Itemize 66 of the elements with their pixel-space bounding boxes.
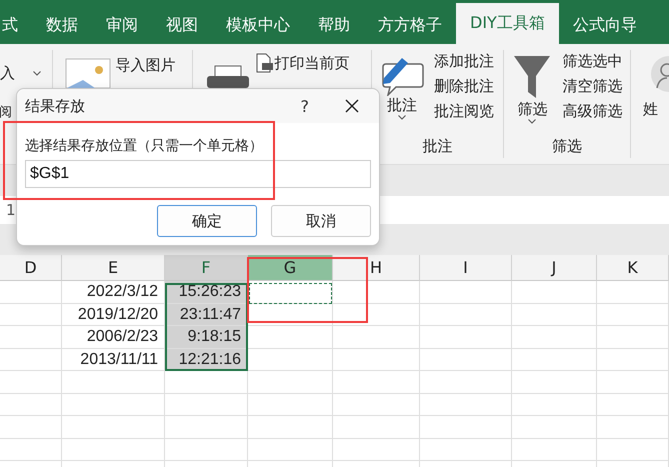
table-cell (597, 438, 669, 461)
table-cell (0, 394, 62, 416)
ribbon-tab[interactable]: 视图 (152, 9, 212, 41)
table-cell (597, 304, 669, 326)
table-cell (597, 326, 669, 348)
table-cell (597, 416, 669, 438)
ribbon-item[interactable]: 高级筛选 (562, 102, 622, 121)
table-cell: 2022/3/12 (62, 281, 165, 304)
ribbon-label[interactable]: 姓 (643, 100, 669, 119)
table-cell (597, 371, 669, 394)
ribbon-item[interactable]: 筛选选中 (562, 52, 622, 71)
table-cell (0, 348, 62, 371)
table-cell (597, 281, 669, 304)
column-header[interactable]: G (248, 255, 333, 281)
funnel-icon (512, 54, 552, 100)
field-label: 选择结果存放位置（只需一个单元格） (25, 137, 264, 155)
caret-icon (33, 71, 41, 76)
dialog-button[interactable]: 取消 (271, 205, 371, 237)
ribbon-tab[interactable]: 式 (0, 9, 32, 41)
ribbon-button[interactable]: 筛选 (517, 100, 548, 119)
column-header[interactable]: E (62, 255, 165, 281)
document-print-icon (254, 53, 273, 73)
caret-icon (398, 115, 406, 120)
column-header[interactable]: K (597, 255, 669, 281)
table-cell (0, 281, 62, 304)
table-cell (0, 416, 62, 438)
name-box-text: 1 (6, 201, 16, 219)
table-cell (597, 348, 669, 371)
ribbon-item[interactable]: 批注阅览 (434, 102, 494, 121)
ribbon-tab[interactable]: 帮助 (304, 9, 364, 41)
caret-icon (528, 119, 536, 124)
import-picture-button[interactable]: 导入图片 (115, 56, 176, 75)
table-cell: 9:18:15 (165, 326, 248, 348)
ribbon-tab[interactable]: 模板中心 (212, 9, 304, 41)
table-cell: 23:11:47 (165, 304, 248, 326)
ribbon-item[interactable]: 添加批注 (434, 52, 494, 71)
ribbon-tab[interactable]: 公式向导 (558, 9, 651, 41)
dialog-button[interactable]: 确定 (157, 205, 257, 237)
ribbon-tab[interactable]: 数据 (32, 9, 92, 41)
column-header[interactable]: D (0, 255, 62, 281)
ribbon-button[interactable]: 批注 (386, 96, 417, 115)
ribbon-tab[interactable]: 方方格子 (364, 9, 456, 41)
column-header[interactable]: J (512, 255, 597, 281)
column-header[interactable]: F (165, 255, 248, 281)
help-button[interactable]: ? (300, 96, 309, 116)
table-cell: 2013/11/11 (62, 348, 165, 371)
table-cell (0, 371, 62, 394)
column-header[interactable]: I (420, 255, 512, 281)
ribbon-item[interactable]: 删除批注 (434, 77, 494, 96)
ribbon-label[interactable]: 入 (0, 64, 15, 83)
table-cell (0, 304, 62, 326)
table-cell (0, 438, 62, 461)
print-page-button[interactable]: 打印当前页 (274, 54, 350, 72)
table-cell (0, 326, 62, 348)
dialog-title: 结果存放 (25, 96, 86, 116)
table-cell: 2006/2/23 (62, 326, 165, 348)
table-cell: 2019/12/20 (62, 304, 165, 326)
ribbon-tab[interactable]: 审阅 (92, 9, 152, 41)
column-header[interactable]: H (333, 255, 420, 281)
table-cell (597, 394, 669, 416)
ribbon-item[interactable]: 清空筛选 (562, 77, 622, 96)
group-label: 批注 (422, 137, 454, 156)
group-label: 筛选 (551, 137, 584, 156)
close-icon[interactable] (345, 99, 359, 113)
input-field[interactable]: $G$1 (25, 160, 371, 188)
ribbon-tab[interactable]: DIY工具箱 (456, 3, 559, 44)
